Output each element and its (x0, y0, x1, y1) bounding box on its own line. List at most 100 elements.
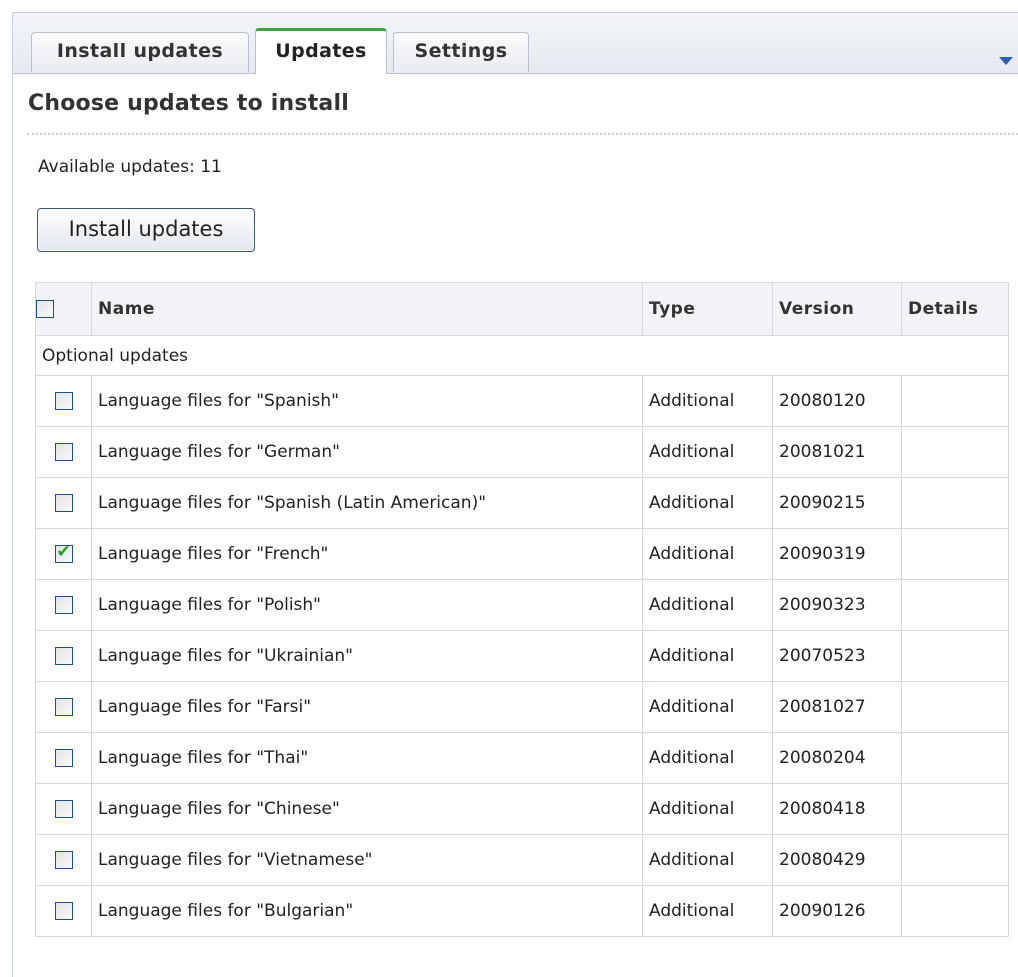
update-name: Language files for "Spanish" (91, 375, 643, 427)
update-version: 20090319 (772, 528, 902, 580)
install-updates-button[interactable]: Install updates (37, 208, 255, 252)
update-details (901, 477, 1009, 529)
update-details (901, 681, 1009, 733)
update-details (901, 732, 1009, 784)
update-type: Additional (642, 732, 773, 784)
row-checkbox[interactable] (54, 902, 73, 920)
update-type: Additional (642, 375, 773, 427)
available-updates-count: Available updates: 11 (38, 157, 222, 177)
tab-settings[interactable]: Settings (393, 32, 529, 72)
table-row[interactable]: Language files for "Vietnamese" Additiona… (35, 834, 1009, 886)
tab-install-updates[interactable]: Install updates (31, 32, 249, 72)
table-row[interactable]: Language files for "Ukrainian" Additional… (35, 630, 1009, 682)
update-name: Language files for "Polish" (91, 579, 643, 631)
update-details (901, 375, 1009, 427)
row-checkbox[interactable] (54, 647, 73, 665)
table-row[interactable]: Language files for "Spanish" Additional 20… (35, 375, 1009, 427)
update-version: 20080418 (772, 783, 902, 835)
table-row[interactable]: Language files for "Thai" Additional 20080… (35, 732, 1009, 784)
update-type: Additional (642, 630, 773, 682)
column-header-version[interactable]: Version (772, 282, 902, 336)
divider (27, 133, 1018, 135)
row-checkbox-cell: ✔ (35, 528, 92, 580)
update-details (901, 885, 1009, 937)
update-type: Additional (642, 426, 773, 478)
row-checkbox-cell (35, 783, 92, 835)
update-version: 20080120 (772, 375, 902, 427)
update-name: Language files for "Bulgarian" (91, 885, 643, 937)
column-header-type[interactable]: Type (642, 282, 773, 336)
table-row[interactable]: Language files for "Polish" Additional 200… (35, 579, 1009, 631)
tab-label: Settings (414, 40, 508, 62)
tab-updates[interactable]: Updates (255, 28, 387, 74)
update-name: Language files for "Chinese" (91, 783, 643, 835)
updates-panel: Choose updates to install Available upda… (13, 73, 1018, 977)
row-checkbox-cell (35, 477, 92, 529)
chevron-down-icon[interactable] (999, 57, 1013, 65)
update-name: Language files for "French" (91, 528, 643, 580)
row-checkbox-cell (35, 579, 92, 631)
update-version: 20080429 (772, 834, 902, 886)
update-details (901, 528, 1009, 580)
update-type: Additional (642, 528, 773, 580)
table-row[interactable]: Language files for "German" Additional 200… (35, 426, 1009, 478)
tab-bar: Install updates Updates Settings (12, 12, 1018, 74)
update-name: Language files for "Spanish (Latin Ameri… (91, 477, 643, 529)
row-checkbox[interactable] (54, 749, 73, 767)
select-all-cell (35, 282, 92, 336)
update-details (901, 783, 1009, 835)
select-all-checkbox[interactable] (36, 300, 54, 318)
update-name: Language files for "Vietnamese" (91, 834, 643, 886)
update-version: 20090215 (772, 477, 902, 529)
table-row[interactable]: Language files for "Spanish (Latin Ameri… (35, 477, 1009, 529)
table-header-row: Name Type Version Details (35, 282, 1009, 336)
table-row[interactable]: Language files for "Farsi" Additional 2008… (35, 681, 1009, 733)
row-checkbox[interactable] (54, 596, 73, 614)
row-checkbox-cell (35, 630, 92, 682)
row-checkbox[interactable] (54, 800, 73, 818)
updates-table: Name Type Version Details Optional updat… (35, 282, 1009, 937)
update-version: 20070523 (772, 630, 902, 682)
update-details (901, 630, 1009, 682)
update-version: 20090126 (772, 885, 902, 937)
update-version: 20090323 (772, 579, 902, 631)
update-name: Language files for "Thai" (91, 732, 643, 784)
update-version: 20081021 (772, 426, 902, 478)
tab-label: Install updates (56, 40, 224, 62)
update-type: Additional (642, 579, 773, 631)
row-checkbox[interactable]: ✔ (54, 542, 73, 563)
update-version: 20080204 (772, 732, 902, 784)
update-name: Language files for "Farsi" (91, 681, 643, 733)
update-type: Additional (642, 885, 773, 937)
row-checkbox[interactable] (54, 494, 73, 512)
row-checkbox-cell (35, 426, 92, 478)
tab-label: Updates (275, 40, 367, 62)
row-checkbox-cell (35, 732, 92, 784)
update-version: 20081027 (772, 681, 902, 733)
update-details (901, 579, 1009, 631)
group-label: Optional updates (35, 335, 1009, 376)
update-type: Additional (642, 477, 773, 529)
update-name: Language files for "Ukrainian" (91, 630, 643, 682)
row-checkbox-cell (35, 885, 92, 937)
table-row[interactable]: Language files for "Chinese" Additional 20… (35, 783, 1009, 835)
update-details (901, 426, 1009, 478)
update-name: Language files for "German" (91, 426, 643, 478)
update-type: Additional (642, 834, 773, 886)
column-header-details[interactable]: Details (901, 282, 1009, 336)
row-checkbox-cell (35, 834, 92, 886)
column-header-name[interactable]: Name (91, 282, 643, 336)
row-checkbox[interactable] (54, 443, 73, 461)
row-checkbox[interactable] (54, 698, 73, 716)
update-details (901, 834, 1009, 886)
table-row[interactable]: ✔ Language files for "French" Additional 20… (35, 528, 1009, 580)
page-title: Choose updates to install (28, 91, 349, 116)
table-row[interactable]: Language files for "Bulgarian" Additional… (35, 885, 1009, 937)
update-type: Additional (642, 783, 773, 835)
row-checkbox[interactable] (54, 392, 73, 410)
row-checkbox[interactable] (54, 851, 73, 869)
group-row: Optional updates (35, 335, 1009, 376)
row-checkbox-cell (35, 681, 92, 733)
checkmark-icon: ✔ (56, 542, 71, 562)
update-type: Additional (642, 681, 773, 733)
